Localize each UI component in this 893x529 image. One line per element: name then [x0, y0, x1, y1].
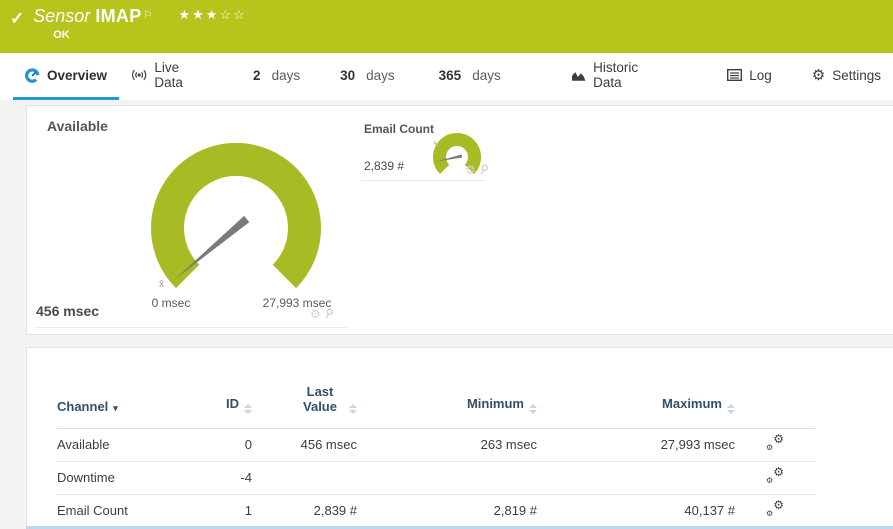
gauges-panel: Available x̄ 456 msec 0 msec 27,993 msec… [26, 105, 893, 335]
channel-header-label: Channel [57, 398, 109, 414]
email-count-gear-icon[interactable]: ⚙ [465, 164, 476, 176]
tab-live-data-label: Live Data [154, 60, 183, 90]
available-gear-icon[interactable]: ⚙ [310, 308, 321, 320]
available-cell-divider [35, 327, 347, 328]
priority-stars[interactable]: ★★★☆☆ [178, 7, 246, 23]
stars-filled[interactable]: ★★★ [178, 7, 219, 22]
sort-toggle-icon [727, 403, 735, 414]
gauge-icon [25, 67, 40, 83]
last-value-cell: 2,839 # [313, 503, 357, 518]
sensor-type-label: Sensor [33, 6, 91, 26]
id-header-label: ID [226, 395, 239, 411]
sensor-title-block: Sensor IMAP ⚐ OK [33, 6, 152, 41]
email-count-gauge-actions: ⚙ [465, 164, 488, 176]
maximum-header-label: Maximum [662, 395, 722, 411]
average-marker: x̄ [159, 279, 164, 290]
channel-name-cell[interactable]: Downtime [57, 461, 207, 494]
sort-toggle-icon [529, 403, 537, 414]
tab-365-days[interactable]: 365 days [427, 53, 513, 100]
tab-30-days-number: 30 [340, 67, 356, 83]
tab-historic-data-label: Historic Data [593, 60, 639, 90]
channels-table: Channel ▾ ID Last Value Minimum Maximum [57, 348, 815, 528]
tab-365-days-number: 365 [438, 67, 462, 83]
available-current-value: 456 msec [36, 303, 100, 319]
tab-bar: Overview Live Data 2 days 30 days 365 days … [0, 53, 893, 100]
log-list-icon [727, 69, 743, 81]
minimum-cell [357, 461, 537, 494]
channel-id-cell: 0 [244, 437, 252, 452]
sort-toggle-icon [349, 403, 357, 414]
tab-2-days-number: 2 [253, 67, 261, 83]
column-header-minimum[interactable]: Minimum [357, 348, 537, 428]
sensor-header: ✓ Sensor IMAP ⚐ OK ★★★☆☆ [0, 0, 893, 53]
sort-toggle-icon [244, 403, 252, 414]
table-row[interactable]: Available 0 456 msec 263 msec 27,993 mse… [57, 428, 815, 461]
channel-settings-icon[interactable]: ⚙ ⚙ [766, 499, 784, 518]
status-check-icon: ✓ [10, 9, 25, 28]
sort-descending-icon: ▾ [113, 402, 118, 413]
table-header-row: Channel ▾ ID Last Value Minimum Maximum [57, 348, 815, 428]
tab-live-data[interactable]: Live Data [119, 53, 221, 100]
tab-overview[interactable]: Overview [13, 53, 120, 100]
channels-panel: Channel ▾ ID Last Value Minimum Maximum [26, 347, 893, 529]
column-header-id[interactable]: ID [207, 348, 252, 428]
available-gauge[interactable]: x̄ [121, 136, 351, 301]
column-header-actions [735, 348, 815, 428]
maximum-cell: 27,993 msec [660, 437, 735, 452]
table-row[interactable]: Downtime -4 ⚙ ⚙ [57, 461, 815, 494]
channel-settings-icon[interactable]: ⚙ ⚙ [766, 466, 784, 485]
available-scale-max: 27,993 msec [262, 296, 332, 310]
sensor-name: IMAP [95, 6, 142, 26]
available-scale-min: 0 msec [151, 296, 191, 310]
tab-overview-label: Overview [47, 67, 108, 83]
minimum-header-label: Minimum [466, 395, 524, 411]
minimum-cell: 263 msec [480, 437, 537, 452]
channel-id-cell: -4 [240, 470, 252, 485]
tab-365-days-suffix: days [472, 67, 501, 83]
column-header-maximum[interactable]: Maximum [537, 348, 735, 428]
tab-2-days[interactable]: 2 days [241, 53, 312, 100]
tab-settings-label: Settings [832, 67, 881, 83]
area-chart-icon [571, 71, 586, 81]
last-value-cell: 456 msec [300, 437, 357, 452]
tab-historic-data[interactable]: Historic Data [559, 53, 680, 100]
tab-2-days-suffix: days [271, 67, 301, 83]
email-count-cell-divider [361, 180, 485, 181]
channel-id-cell: 1 [244, 503, 252, 518]
broadcast-icon [132, 69, 147, 81]
flag-icon[interactable]: ⚐ [144, 10, 153, 21]
settings-gear-icon: ⚙ [811, 66, 826, 84]
column-header-channel[interactable]: Channel ▾ [57, 348, 207, 428]
maximum-cell: 40,137 # [684, 503, 735, 518]
email-count-gauge[interactable] [431, 132, 487, 184]
minimum-cell: 2,819 # [493, 503, 537, 518]
stars-empty[interactable]: ☆☆ [219, 7, 246, 22]
tab-log-label: Log [749, 67, 772, 83]
column-header-last-value[interactable]: Last Value [252, 348, 357, 428]
available-gauge-actions: ⚙ [310, 308, 333, 320]
email-count-current-value: 2,839 # [364, 159, 405, 173]
available-pin-icon[interactable] [324, 308, 333, 320]
tab-log[interactable]: Log [715, 53, 784, 100]
tab-30-days-suffix: days [366, 67, 395, 83]
table-row[interactable]: Email Count 1 2,839 # 2,819 # 40,137 # ⚙… [57, 494, 815, 527]
channel-settings-icon[interactable]: ⚙ ⚙ [766, 433, 784, 452]
tab-30-days[interactable]: 30 days [328, 53, 407, 100]
channel-name-cell[interactable]: Available [57, 428, 207, 461]
sensor-status-badge: OK [53, 29, 70, 41]
tab-settings[interactable]: ⚙ Settings [800, 53, 893, 100]
email-count-pin-icon[interactable] [479, 164, 488, 176]
email-count-gauge-title: Email Count [364, 122, 435, 136]
last-value-cell [252, 461, 357, 494]
maximum-cell [537, 461, 735, 494]
last-value-header-label: Last Value [303, 383, 337, 414]
available-gauge-title: Available [47, 118, 108, 134]
channel-name-cell[interactable]: Email Count [57, 494, 207, 527]
